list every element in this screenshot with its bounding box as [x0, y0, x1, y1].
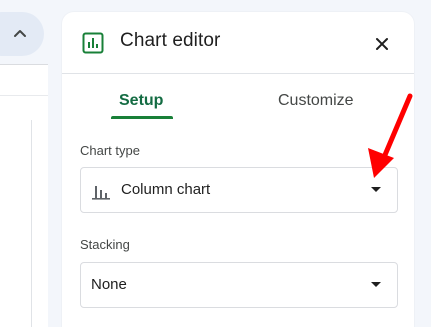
- sheets-window: Chart editor Setup Customize Chart type …: [0, 0, 431, 327]
- tab-customize[interactable]: Customize: [278, 92, 354, 110]
- tab-setup[interactable]: Setup: [119, 92, 163, 110]
- sheet-grid-line: [31, 120, 32, 327]
- column-chart-icon: [92, 186, 110, 200]
- annotation-arrow-icon: [368, 93, 413, 178]
- chart-icon: [82, 32, 104, 54]
- sheet-grid-area: [0, 64, 48, 327]
- active-tab-indicator: [111, 116, 173, 119]
- chart-type-value: Column chart: [121, 181, 211, 198]
- close-icon[interactable]: [370, 32, 394, 56]
- chevron-up-icon: [14, 30, 26, 37]
- stacking-label: Stacking: [80, 237, 130, 252]
- panel-header: Chart editor: [62, 12, 414, 74]
- chart-type-label: Chart type: [80, 143, 140, 158]
- stacking-value: None: [91, 276, 127, 293]
- panel-title: Chart editor: [120, 30, 221, 51]
- collapse-toolbar-button[interactable]: [0, 12, 44, 56]
- chevron-down-icon[interactable]: [371, 282, 381, 287]
- sheet-grid-line: [0, 95, 48, 96]
- chart-type-select[interactable]: Column chart: [80, 167, 398, 213]
- stacking-select[interactable]: None: [80, 262, 398, 308]
